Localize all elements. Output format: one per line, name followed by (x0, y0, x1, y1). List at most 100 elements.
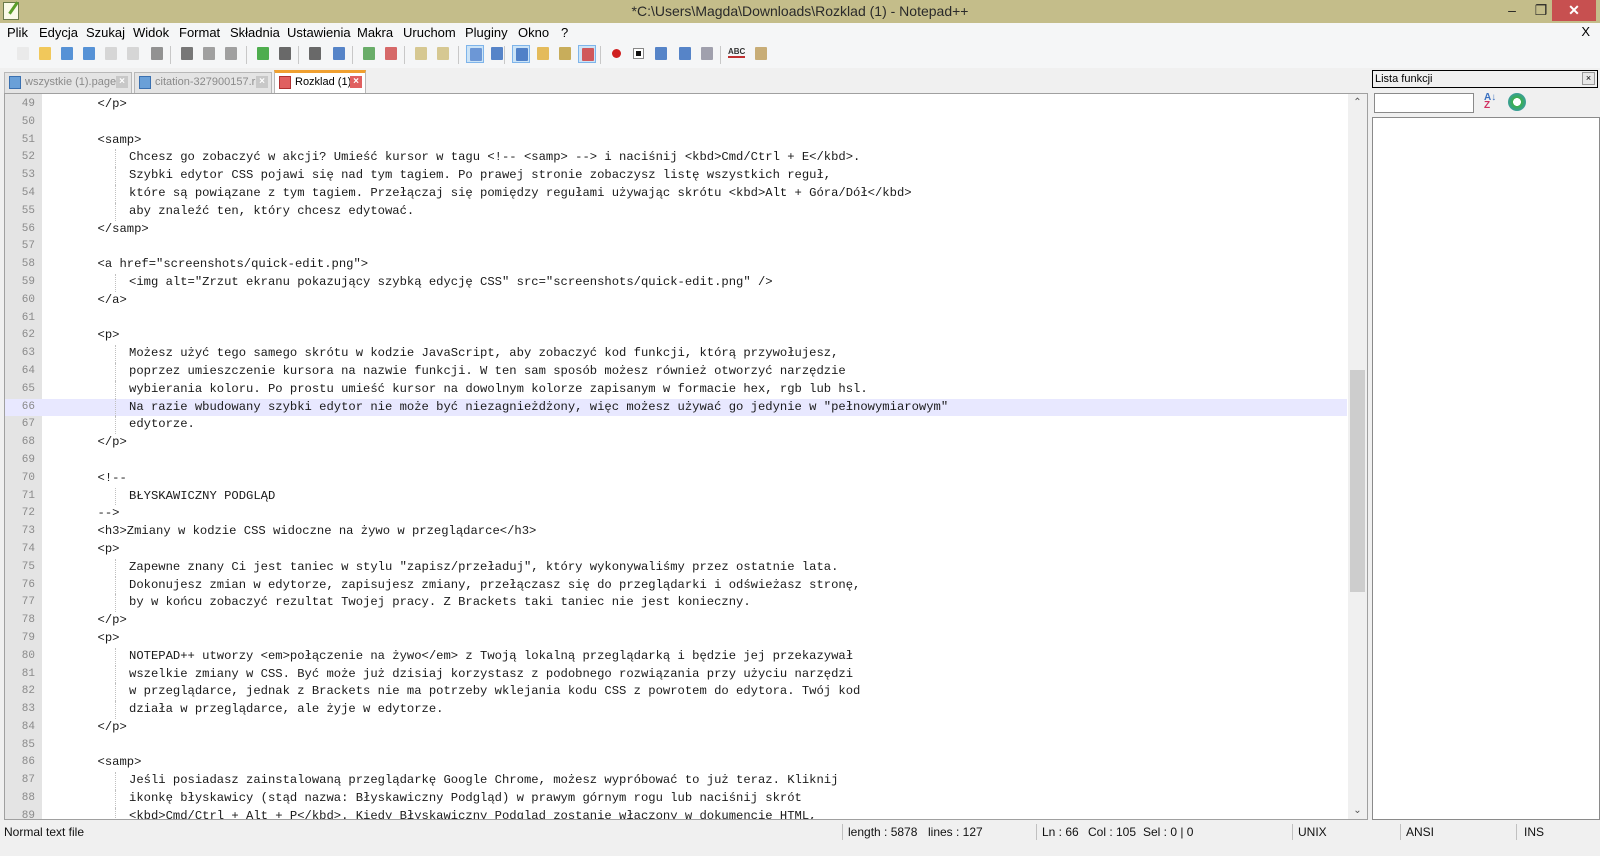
close-document-button[interactable]: X (1581, 24, 1590, 39)
code-line[interactable]: 49 </p> (5, 96, 1347, 114)
tab-close-icon[interactable]: × (256, 76, 268, 88)
code-line[interactable]: 71 BŁYSKAWICZNY PODGLĄD (5, 487, 1347, 506)
menu-okno[interactable]: Okno (518, 25, 549, 40)
sync-vertical-button[interactable] (412, 45, 430, 63)
menu-szukaj[interactable]: Szukaj (86, 25, 125, 40)
code-line[interactable]: 57 (5, 238, 1347, 256)
code-line[interactable]: 53 Szybki edytor CSS pojawi się nad tym t… (5, 167, 1347, 185)
close-all-button[interactable] (124, 45, 142, 63)
user-defined-language-button[interactable] (534, 45, 552, 63)
code-line[interactable]: 56 </samp> (5, 221, 1347, 239)
vertical-scrollbar[interactable]: ⌃ ⌄ (1348, 94, 1367, 819)
code-line[interactable]: 74 <p> (5, 541, 1347, 559)
scroll-up-arrow[interactable]: ⌃ (1348, 94, 1367, 111)
code-line[interactable]: 66 Na razie wbudowany szybki edytor nie m… (5, 398, 1347, 417)
code-line[interactable]: 73 <h3>Zmiany w kodzie CSS widoczne na ży… (5, 523, 1347, 541)
paste-button[interactable] (222, 45, 240, 63)
menu-makra[interactable]: Makra (357, 25, 393, 40)
sync-horizontal-button[interactable] (434, 45, 452, 63)
code-line[interactable]: 64 poprzez umieszczenie kursora na nazwie… (5, 362, 1347, 381)
code-line[interactable]: 76 Dokonujesz zmian w edytorze, zapisujes… (5, 576, 1347, 595)
tab-close-icon[interactable]: × (350, 76, 362, 88)
code-line[interactable]: 58 <a href="screenshots/quick-edit.png"> (5, 256, 1347, 274)
menu-format[interactable]: Format (179, 25, 220, 40)
indent-guide-button[interactable] (512, 45, 530, 63)
code-line[interactable]: 86 <samp> (5, 754, 1347, 772)
play-macro-button[interactable] (652, 45, 670, 63)
doc-map-button[interactable] (556, 45, 574, 63)
redo-button[interactable] (276, 45, 294, 63)
code-line[interactable]: 50 (5, 114, 1347, 132)
record-macro-button[interactable] (608, 45, 626, 63)
undo-button[interactable] (254, 45, 272, 63)
sort-az-icon[interactable]: A↓ Z (1484, 93, 1500, 112)
code-line[interactable]: 88 ikonkę błyskawicy (stąd nazwa: Błyskaw… (5, 790, 1347, 808)
save-button[interactable] (58, 45, 76, 63)
code-line[interactable]: 69 (5, 452, 1347, 470)
word-wrap-button[interactable] (466, 45, 484, 63)
tab-rozklad[interactable]: Rozklad (1) × (274, 70, 366, 93)
code-line[interactable]: 62 <p> (5, 327, 1347, 345)
menu-help[interactable]: ? (561, 25, 568, 40)
find-button[interactable] (306, 45, 324, 63)
tab-citation-ris[interactable]: citation-327900157.ris × (134, 72, 272, 93)
minimize-button[interactable]: – (1498, 0, 1526, 21)
code-line[interactable]: 79 <p> (5, 630, 1347, 648)
code-line[interactable]: 82 w przeglądarce, jednak z Brackets nie … (5, 683, 1347, 702)
scroll-down-arrow[interactable]: ⌄ (1348, 802, 1367, 819)
function-list-button[interactable] (578, 45, 596, 63)
menu-edycja[interactable]: Edycja (39, 25, 78, 40)
replace-button[interactable] (330, 45, 348, 63)
code-line[interactable]: 84 </p> (5, 719, 1347, 737)
code-line[interactable]: 70 <!-- (5, 470, 1347, 488)
code-lines[interactable]: 49 </p> 50 51 <samp> 52 Chcesz go zobaczyć w a… (5, 96, 1347, 819)
save-all-button[interactable] (80, 45, 98, 63)
code-line[interactable]: 77 by w końcu zobaczyć rezultat Twojej pr… (5, 594, 1347, 613)
code-line[interactable]: 61 (5, 310, 1347, 328)
open-file-button[interactable] (36, 45, 54, 63)
function-search-input[interactable] (1374, 93, 1474, 113)
code-line[interactable]: 68 </p> (5, 434, 1347, 452)
code-line[interactable]: 87 Jeśli posiadasz zainstalowaną przegląd… (5, 772, 1347, 791)
code-line[interactable]: 60 </a> (5, 292, 1347, 310)
code-line[interactable]: 72 --> (5, 505, 1347, 523)
zoom-out-button[interactable] (382, 45, 400, 63)
code-line[interactable]: 59 <img alt="Zrzut ekranu pokazujący szyb… (5, 273, 1347, 292)
code-line[interactable]: 54 które są powiązane z tym tagiem. Przeł… (5, 184, 1347, 203)
tab-close-icon[interactable]: × (116, 76, 128, 88)
close-button[interactable] (102, 45, 120, 63)
function-tree[interactable] (1372, 117, 1600, 820)
stop-recording-button[interactable] (630, 45, 648, 63)
print-button[interactable] (148, 45, 166, 63)
run-macro-multiple-button[interactable] (676, 45, 694, 63)
tab-wszystkie-pages[interactable]: wszystkie (1).pages × (4, 72, 132, 93)
reload-icon[interactable] (1508, 93, 1526, 111)
new-file-button[interactable] (14, 45, 32, 63)
menu-pluginy[interactable]: Pluginy (465, 25, 508, 40)
copy-button[interactable] (200, 45, 218, 63)
text-editor[interactable]: 49 </p> 50 51 <samp> 52 Chcesz go zobaczyć w a… (4, 93, 1368, 820)
code-line[interactable]: 63 Możesz użyć tego samego skrótu w kodzi… (5, 345, 1347, 363)
menu-plik[interactable]: Plik (7, 25, 28, 40)
code-line[interactable]: 67 edytorze. (5, 416, 1347, 435)
menu-skladnia[interactable]: Składnia (230, 25, 280, 40)
code-line[interactable]: 75 Zapewne znany Ci jest taniec w stylu "… (5, 558, 1347, 577)
code-line[interactable]: 83 działa w przeglądarce, ale żyje w edyt… (5, 701, 1347, 719)
menu-uruchom[interactable]: Uruchom (403, 25, 456, 40)
code-line[interactable]: 55 aby znaleźć ten, który chcesz edytować… (5, 202, 1347, 221)
scrollbar-thumb[interactable] (1350, 370, 1365, 592)
close-window-button[interactable]: ✕ (1552, 0, 1596, 21)
code-line[interactable]: 80 NOTEPAD++ utworzy <em>połączenie na ży… (5, 647, 1347, 666)
code-line[interactable]: 89 <kbd>Cmd/Ctrl + Alt + P</kbd>. Kiedy B… (5, 807, 1347, 819)
code-line[interactable]: 52 Chcesz go zobaczyć w akcji? Umieść kur… (5, 149, 1347, 168)
panel-close-button[interactable]: × (1582, 72, 1595, 85)
spell-check-button[interactable]: ABC (728, 45, 746, 63)
menu-ustawienia[interactable]: Ustawienia (287, 25, 351, 40)
code-line[interactable]: 51 <samp> (5, 132, 1347, 150)
code-line[interactable]: 85 (5, 737, 1347, 755)
code-line[interactable]: 78 </p> (5, 612, 1347, 630)
plugin-tool-button[interactable] (752, 45, 770, 63)
zoom-in-button[interactable] (360, 45, 378, 63)
cut-button[interactable] (178, 45, 196, 63)
save-macro-button[interactable] (698, 45, 716, 63)
